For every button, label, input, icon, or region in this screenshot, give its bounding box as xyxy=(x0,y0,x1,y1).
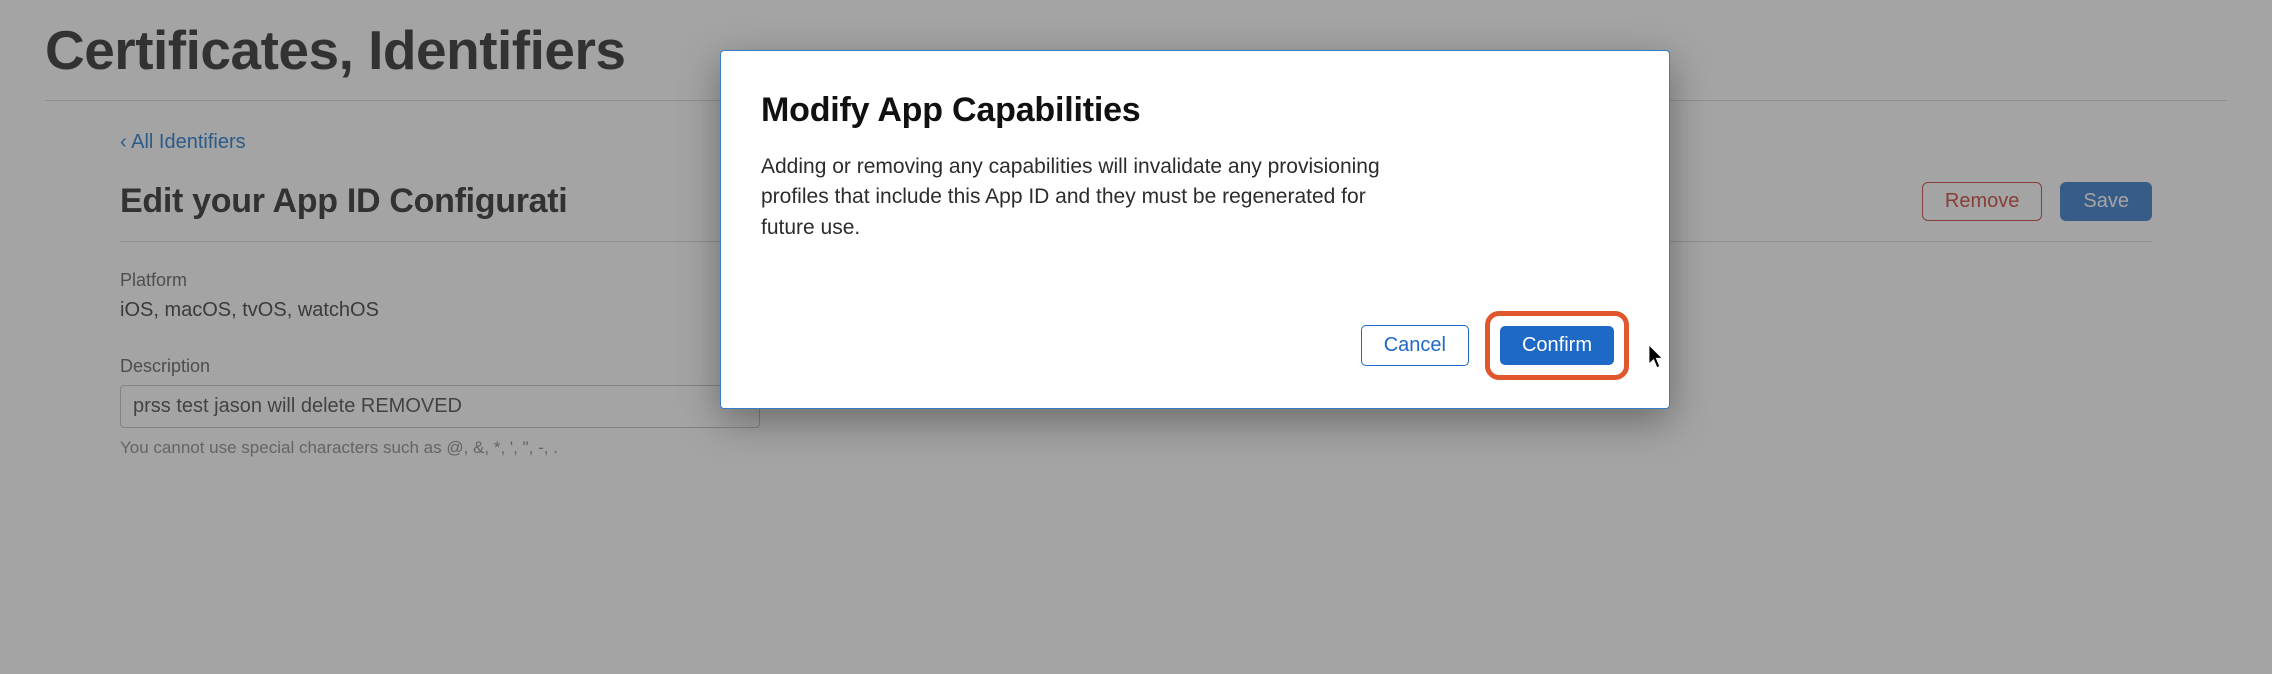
modal-actions: Cancel Confirm xyxy=(761,311,1629,380)
confirm-button[interactable]: Confirm xyxy=(1500,326,1614,365)
modal-body: Adding or removing any capabilities will… xyxy=(761,152,1381,243)
cancel-button[interactable]: Cancel xyxy=(1361,325,1469,366)
confirm-highlight: Confirm xyxy=(1485,311,1629,380)
modal-title: Modify App Capabilities xyxy=(761,91,1629,130)
modify-capabilities-modal: Modify App Capabilities Adding or removi… xyxy=(720,50,1670,409)
